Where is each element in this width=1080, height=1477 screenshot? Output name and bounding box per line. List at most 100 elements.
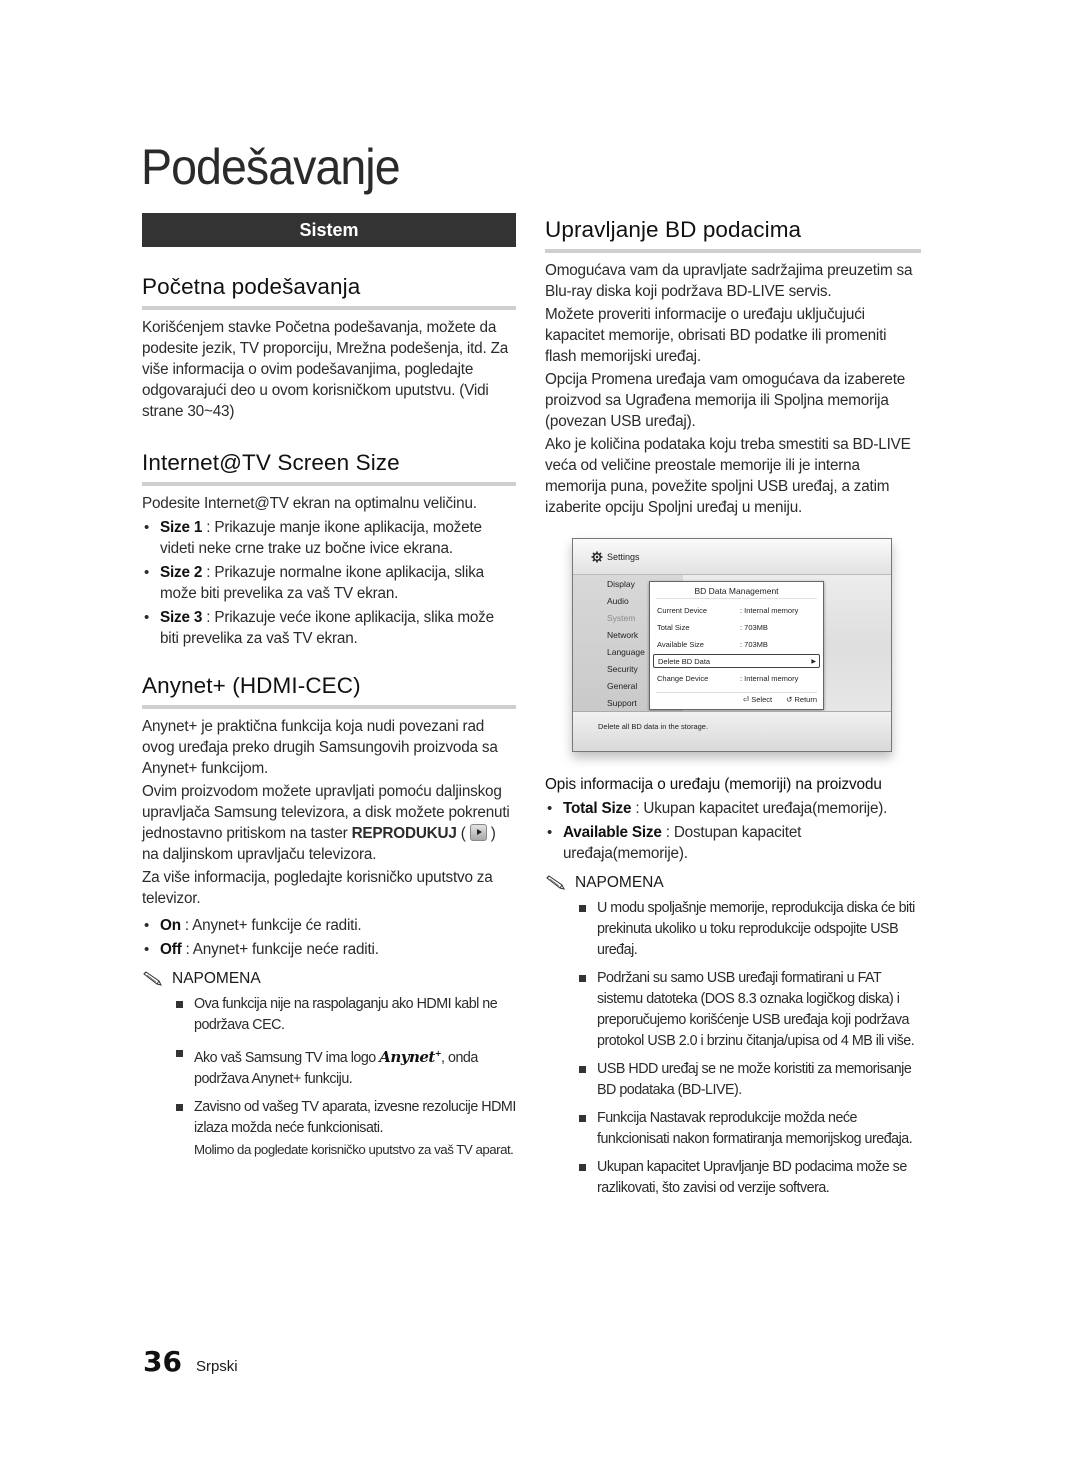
note-item: Ova funkcija nije na raspolaganju ako HD…	[174, 994, 516, 1036]
list-item: • Total Size : Ukupan kapacitet uređaja(m…	[545, 798, 921, 819]
settings-screenshot: Settings Display Audio System Network La…	[572, 538, 892, 752]
reprodukuj-key-label: REPRODUKUJ	[351, 825, 457, 842]
row-key: Total Size	[657, 622, 690, 632]
return-label: Return	[794, 695, 817, 704]
menu-item-system[interactable]: System	[607, 613, 635, 623]
arrow-right-icon: ▶	[811, 658, 816, 665]
bd-para-1: Omogućava vam da upravljate sadržajima p…	[545, 262, 913, 300]
play-button-icon	[469, 824, 487, 841]
anynet-logo: Anynet+	[379, 1048, 441, 1066]
anynet-para-3: Za više informacija, pogledajte korisnič…	[142, 869, 493, 907]
anynet-para-1: Anynet+ je praktična funkcija koja nudi …	[142, 718, 498, 777]
select-button[interactable]: ⏎ Select	[743, 695, 772, 704]
note-text: Funkcija Nastavak reprodukcije možda neć…	[597, 1110, 913, 1147]
item-term: Available Size	[563, 824, 662, 841]
bd-data-management-dialog: BD Data Management Current Device: Inter…	[649, 581, 824, 710]
settings-status-bar: Delete all BD data in the storage.	[573, 711, 891, 751]
row-total-size[interactable]: Total Size : 703MB	[656, 620, 817, 634]
menu-item-audio[interactable]: Audio	[607, 596, 629, 606]
return-button[interactable]: ↺ Return	[786, 695, 817, 704]
row-value: : 703MB	[740, 639, 768, 649]
row-value: : 703MB	[740, 622, 768, 632]
dialog-footer: ⏎ Select ↺ Return	[656, 692, 817, 706]
logo-text: Anynet	[379, 1048, 435, 1066]
bd-para-3: Opcija Promena uređaja vam omogućava da …	[545, 371, 906, 430]
menu-item-network[interactable]: Network	[607, 630, 638, 640]
bullet-icon: •	[144, 564, 150, 581]
menu-item-support[interactable]: Support	[607, 698, 637, 708]
bd-para-4: Ako je količina podataka koju treba smes…	[545, 436, 911, 516]
pencil-icon	[143, 971, 162, 986]
note-item: Ukupan kapacitet Upravljanje BD podacima…	[577, 1157, 921, 1199]
item-desc: : Prikazuje normalne ikone aplikacija, s…	[160, 564, 484, 602]
note-label: NAPOMENA	[575, 874, 664, 891]
anynet-para-2: Ovim proizvodom možete upravljati pomoću…	[142, 781, 516, 865]
item-term: Size 1	[160, 519, 203, 536]
square-bullet-icon	[176, 1050, 183, 1057]
page-footer: 36 Srpski	[143, 1345, 238, 1378]
list-item: • On : Anynet+ funkcije će raditi.	[142, 915, 516, 936]
bd-para-2: Možete proveriti informacije o uređaju u…	[545, 306, 887, 365]
item-term: On	[160, 917, 181, 934]
row-current-device[interactable]: Current Device: Internal memory	[656, 603, 817, 617]
settings-header: Settings	[573, 539, 891, 575]
menu-item-display[interactable]: Display	[607, 579, 635, 589]
page-language: Srpski	[195, 1358, 238, 1375]
page-number: 36	[143, 1345, 182, 1378]
bullet-icon: •	[547, 800, 553, 817]
note-heading: NAPOMENA	[545, 874, 921, 892]
list-item: • Available Size : Dostupan kapacitet ure…	[545, 822, 921, 864]
note-item: Zavisno od vašeg TV aparata, izvesne rez…	[174, 1097, 516, 1161]
menu-item-security[interactable]: Security	[607, 664, 638, 674]
note-item: U modu spoljašnje memorije, reprodukcija…	[577, 898, 921, 961]
note-text: Ova funkcija nije na raspolaganju ako HD…	[194, 996, 498, 1033]
item-desc: : Ukupan kapacitet uređaja(memorije).	[631, 800, 888, 817]
bullet-icon: •	[144, 917, 150, 934]
info-heading: Opis informacija o uređaju (memoriji) na…	[545, 776, 882, 793]
menu-item-general[interactable]: General	[607, 681, 637, 691]
row-available-size[interactable]: Available Size: 703MB	[656, 637, 817, 651]
list-item: • Size 3 : Prikazuje veće ikone aplikacij…	[142, 607, 516, 649]
note-text: Ako vaš Samsung TV ima logo	[194, 1050, 380, 1066]
square-bullet-icon	[579, 1164, 586, 1171]
left-column: Sistem Početna podešavanja Korišćenjem s…	[142, 213, 516, 1168]
row-key: Delete BD Data	[658, 656, 711, 666]
item-desc: : Anynet+ funkcije će raditi.	[180, 917, 362, 934]
para-text: (	[456, 825, 470, 842]
note-text: Zavisno od vašeg TV aparata, izvesne rez…	[194, 1099, 516, 1136]
square-bullet-icon	[176, 1104, 183, 1111]
info-list: • Total Size : Ukupan kapacitet uređaja(m…	[545, 798, 921, 864]
square-bullet-icon	[579, 975, 586, 982]
note-item: Podržani su samo USB uređaji formatirani…	[577, 968, 921, 1052]
square-bullet-icon	[579, 1115, 586, 1122]
note-extra-text: Molimo da pogledate korisničko uputstvo …	[194, 1142, 514, 1157]
bullet-icon: •	[144, 941, 150, 958]
note-text: U modu spoljašnje memorije, reprodukcija…	[597, 900, 915, 958]
section-bar-sistem: Sistem	[142, 213, 516, 247]
note-text: USB HDD uređaj se ne može koristiti za m…	[597, 1061, 912, 1098]
item-term: Total Size	[563, 800, 632, 817]
note-item: Ako vaš Samsung TV ima logo Anynet+, ond…	[174, 1043, 516, 1090]
bullet-icon: •	[144, 609, 150, 626]
list-item: • Size 1 : Prikazuje manje ikone aplikaci…	[142, 517, 516, 559]
heading-pocetna-podesavanja: Početna podešavanja	[142, 274, 516, 310]
row-key: Current Device	[657, 605, 708, 615]
list-item: • Off : Anynet+ funkcije neće raditi.	[142, 939, 516, 960]
row-delete-bd-data[interactable]: Delete BD Data ▶	[653, 654, 820, 668]
menu-item-language[interactable]: Language	[607, 647, 645, 657]
row-value: : Internal memory	[740, 673, 799, 683]
bullet-icon: •	[144, 519, 150, 536]
heading-screen-size: Internet@TV Screen Size	[142, 450, 516, 486]
square-bullet-icon	[579, 905, 586, 912]
note-item: USB HDD uređaj se ne može koristiti za m…	[577, 1059, 921, 1101]
item-desc: : Prikazuje manje ikone aplikacija, može…	[160, 519, 482, 557]
anynet-notes: Ova funkcija nije na raspolaganju ako HD…	[142, 994, 516, 1161]
select-label: Select	[751, 695, 773, 704]
screen-size-list: • Size 1 : Prikazuje manje ikone aplikaci…	[142, 517, 516, 649]
note-text: Ukupan kapacitet Upravljanje BD podacima…	[597, 1159, 907, 1196]
row-change-device[interactable]: Change Device: Internal memory	[656, 671, 817, 685]
gear-icon	[591, 551, 603, 562]
bd-notes: U modu spoljašnje memorije, reprodukcija…	[545, 898, 921, 1199]
square-bullet-icon	[579, 1066, 586, 1073]
bullet-icon: •	[547, 824, 553, 841]
